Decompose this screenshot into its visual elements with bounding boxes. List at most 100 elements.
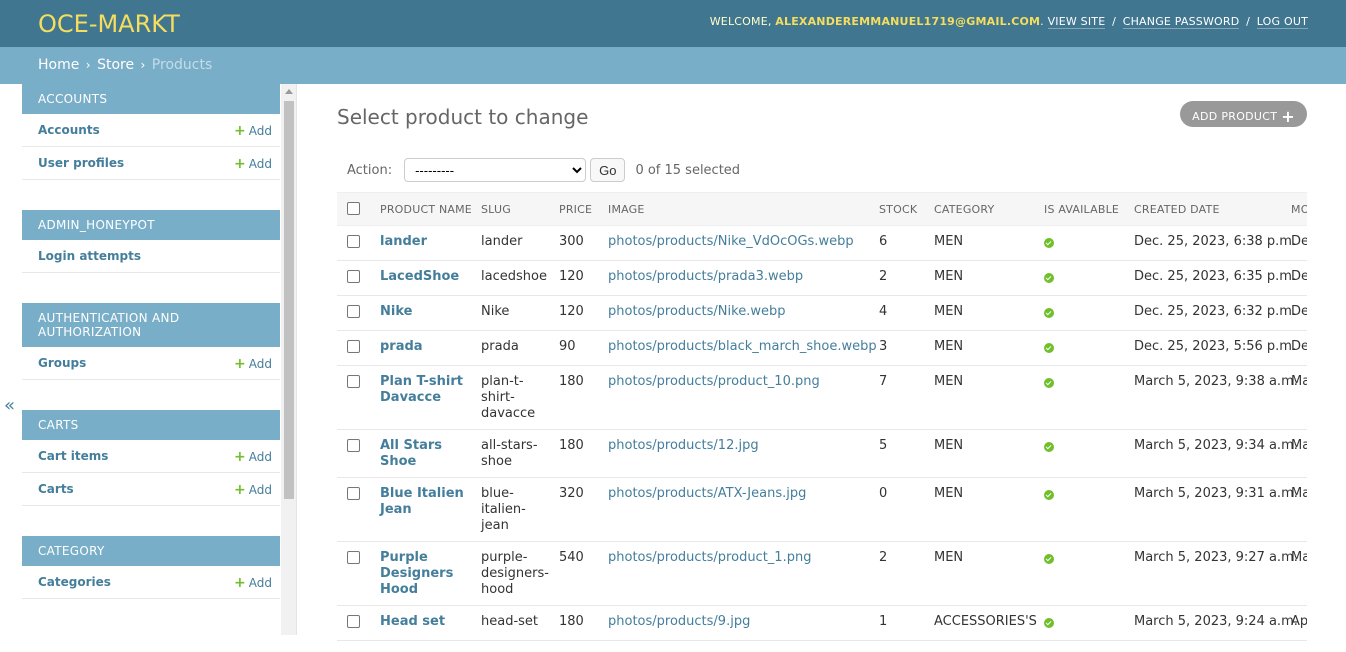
view-site-link[interactable]: VIEW SITE (1047, 15, 1106, 29)
breadcrumb-store[interactable]: Store (97, 57, 134, 73)
row-checkbox-cell[interactable] (337, 330, 372, 366)
log-out-link[interactable]: LOG OUT (1256, 15, 1308, 29)
period: . (1040, 15, 1044, 28)
sidebar-model-link[interactable]: Categories (38, 575, 111, 589)
product-link[interactable]: prada (380, 339, 423, 354)
row-checkbox-cell[interactable] (337, 365, 372, 430)
sidebar-model-link[interactable]: User profiles (38, 156, 124, 170)
app-caption[interactable]: ACCOUNTS (22, 84, 280, 114)
site-header: OCE-MARKT WELCOME, ALEXANDEREMMANUEL1719… (0, 0, 1346, 47)
row-checkbox[interactable] (347, 270, 360, 283)
product-link[interactable]: Head set (380, 614, 445, 629)
add-label: Add (248, 483, 272, 497)
row-checkbox-cell[interactable] (337, 477, 372, 542)
sidebar-add-link[interactable]: + Add (234, 123, 272, 139)
cell-category: MEN (926, 365, 1036, 430)
row-checkbox[interactable] (347, 439, 360, 452)
row-checkbox[interactable] (347, 235, 360, 248)
sidebar-model-link[interactable]: Carts (38, 482, 74, 496)
product-link[interactable]: Blue Italien Jean (380, 486, 464, 517)
app-caption[interactable]: CATEGORY (22, 536, 280, 566)
row-checkbox-cell[interactable] (337, 429, 372, 478)
product-link[interactable]: All Stars Shoe (380, 438, 442, 469)
scrollbar-thumb[interactable] (284, 101, 294, 499)
check-circle-icon (1044, 273, 1054, 283)
app-caption[interactable]: ADMIN_HONEYPOT (22, 210, 280, 240)
sidebar-model-link[interactable]: Groups (38, 356, 86, 370)
image-link[interactable]: photos/products/Nike.webp (608, 304, 785, 319)
sidebar-model-link[interactable]: Login attempts (38, 249, 141, 263)
row-checkbox[interactable] (347, 375, 360, 388)
column-header[interactable]: SLUG (473, 192, 551, 226)
row-checkbox-cell[interactable] (337, 605, 372, 641)
cell-stock: 4 (871, 295, 926, 331)
sidebar-model-row: Login attempts (22, 240, 280, 273)
cell-slug: plan-t-shirt-davacce (473, 365, 551, 430)
column-header[interactable]: IS AVAILABLE (1036, 192, 1126, 226)
image-link[interactable]: photos/products/9.jpg (608, 614, 750, 629)
product-link[interactable]: Purple Designers Hood (380, 550, 453, 597)
sidebar-add-link[interactable]: + Add (234, 156, 272, 172)
add-product-button[interactable]: ADD PRODUCT + (1180, 101, 1307, 127)
product-link[interactable]: Nike (380, 304, 412, 319)
column-header[interactable]: PRICE (551, 192, 600, 226)
column-header[interactable]: MO (1283, 192, 1307, 226)
toggle-sidebar-button[interactable]: « (4, 395, 15, 416)
image-link[interactable]: photos/products/product_1.png (608, 550, 811, 565)
sidebar-model-row: Cart items + Add (22, 440, 280, 473)
column-header[interactable]: IMAGE (600, 192, 871, 226)
cell-image: photos/products/black_march_shoe.webp (600, 330, 877, 366)
column-header[interactable]: PRODUCT NAME (372, 192, 473, 226)
select-all-checkbox-cell[interactable] (337, 192, 372, 226)
action-select[interactable]: --------- (404, 158, 587, 182)
cell-name: Blue Italien Jean (372, 477, 473, 542)
cell-price: 320 (551, 477, 600, 542)
actions-bar: Action: --------- Go 0 of 15 selected (347, 158, 740, 182)
sidebar-add-link[interactable]: + Add (234, 482, 272, 498)
sidebar-add-link[interactable]: + Add (234, 449, 272, 465)
cell-is-available (1036, 429, 1126, 478)
go-button[interactable]: Go (590, 158, 626, 182)
app-module: CATEGORY Categories + Add (22, 536, 280, 599)
product-link[interactable]: LacedShoe (380, 269, 459, 284)
cell-category: MEN (926, 429, 1036, 478)
image-link[interactable]: photos/products/product_10.png (608, 374, 820, 389)
column-header[interactable]: CATEGORY (926, 192, 1036, 226)
select-all-checkbox[interactable] (347, 201, 360, 215)
row-checkbox-cell[interactable] (337, 225, 372, 261)
product-link[interactable]: lander (380, 234, 427, 249)
row-checkbox[interactable] (347, 615, 360, 628)
breadcrumb-home[interactable]: Home (38, 57, 79, 73)
image-link[interactable]: photos/products/prada3.webp (608, 269, 803, 284)
row-checkbox-cell[interactable] (337, 260, 372, 296)
image-link[interactable]: photos/products/black_march_shoe.webp (608, 339, 877, 354)
app-caption[interactable]: AUTHENTICATION AND AUTHORIZATION (22, 303, 280, 347)
row-checkbox-cell[interactable] (337, 295, 372, 331)
sidebar-model-link[interactable]: Cart items (38, 449, 108, 463)
change-password-link[interactable]: CHANGE PASSWORD (1122, 15, 1240, 29)
sidebar-model-link[interactable]: Accounts (38, 123, 100, 137)
sidebar-add-link[interactable]: + Add (234, 575, 272, 591)
row-checkbox-cell[interactable] (337, 541, 372, 606)
row-checkbox[interactable] (347, 340, 360, 353)
image-link[interactable]: photos/products/ATX-Jeans.jpg (608, 486, 806, 501)
app-caption[interactable]: CARTS (22, 410, 280, 440)
image-link[interactable]: photos/products/Nike_VdOcOGs.webp (608, 234, 854, 249)
cell-name: prada (372, 330, 473, 366)
selection-counter: 0 of 15 selected (635, 162, 741, 178)
site-brand[interactable]: OCE-MARKT (38, 10, 180, 38)
row-checkbox[interactable] (347, 305, 360, 318)
column-header[interactable]: STOCK (871, 192, 926, 226)
sidebar-add-link[interactable]: + Add (234, 356, 272, 372)
plus-icon: + (234, 482, 246, 498)
row-checkbox[interactable] (347, 487, 360, 500)
cell-is-available (1036, 541, 1126, 606)
image-link[interactable]: photos/products/12.jpg (608, 438, 759, 453)
product-link[interactable]: Plan T-shirt Davacce (380, 374, 463, 405)
scroll-up-icon[interactable] (285, 89, 293, 94)
row-checkbox[interactable] (347, 551, 360, 564)
cell-created: March 5, 2023, 9:24 a.m. (1126, 605, 1298, 641)
plus-icon: + (234, 156, 246, 172)
column-header[interactable]: CREATED DATE (1126, 192, 1283, 226)
sidebar-scrollbar[interactable] (281, 84, 297, 635)
